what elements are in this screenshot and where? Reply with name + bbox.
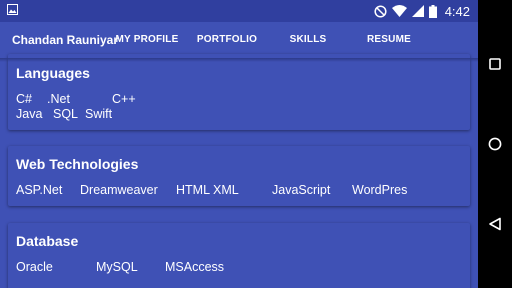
tab-portfolio[interactable]: PORTFOLIO: [187, 22, 267, 58]
skill-item: JavaScript: [272, 183, 331, 197]
app-bar-shadow: [0, 58, 478, 62]
tab-resume[interactable]: RESUME: [349, 22, 429, 58]
skill-item: ASP.Net: [16, 183, 63, 197]
app-screen: 4:42 Chandan Rauniyar MY PROFILE PORTFOL…: [0, 0, 478, 288]
do-not-disturb-icon: [374, 4, 387, 18]
skill-item: .Net: [47, 92, 70, 106]
recents-icon: [489, 58, 501, 70]
skill-item: MSAccess: [165, 260, 225, 274]
card-title: Database: [16, 233, 79, 249]
skill-item: Java: [16, 107, 43, 121]
navigation-bar: [478, 0, 512, 288]
app-bar: Chandan Rauniyar MY PROFILE PORTFOLIO SK…: [0, 22, 478, 58]
recents-button[interactable]: [478, 47, 512, 81]
card-title: Web Technologies: [16, 156, 139, 172]
tab-my-profile[interactable]: MY PROFILE: [108, 22, 186, 58]
back-button[interactable]: [478, 207, 512, 241]
skill-item: SQL: [53, 107, 79, 121]
languages-card: Languages C# .Net C++ Java SQL Swift: [8, 54, 470, 130]
card-title: Languages: [16, 65, 90, 81]
skill-item: WordPres: [352, 183, 408, 197]
skill-item: Dreamweaver: [80, 183, 158, 197]
tab-skills[interactable]: SKILLS: [268, 22, 348, 58]
battery-icon: [428, 4, 437, 18]
cellular-icon: [411, 5, 424, 17]
home-button[interactable]: [478, 127, 512, 161]
image-icon: [7, 4, 18, 15]
status-clock: 4:42: [444, 3, 470, 19]
skill-item: C#: [16, 92, 32, 106]
app-title: Chandan Rauniyar: [12, 33, 119, 47]
status-bar: 4:42: [0, 0, 478, 22]
skill-item: Oracle: [16, 260, 53, 274]
back-icon: [489, 217, 501, 231]
home-icon: [488, 137, 502, 151]
database-card: Database Oracle MySQL MSAccess: [8, 223, 470, 288]
skill-item: MySQL: [96, 260, 138, 274]
skill-item: C++: [112, 92, 136, 106]
wifi-icon: [391, 5, 407, 17]
skill-item: Swift: [85, 107, 113, 121]
skill-item: HTML XML: [176, 183, 239, 197]
web-technologies-card: Web Technologies ASP.Net Dreamweaver HTM…: [8, 146, 470, 206]
